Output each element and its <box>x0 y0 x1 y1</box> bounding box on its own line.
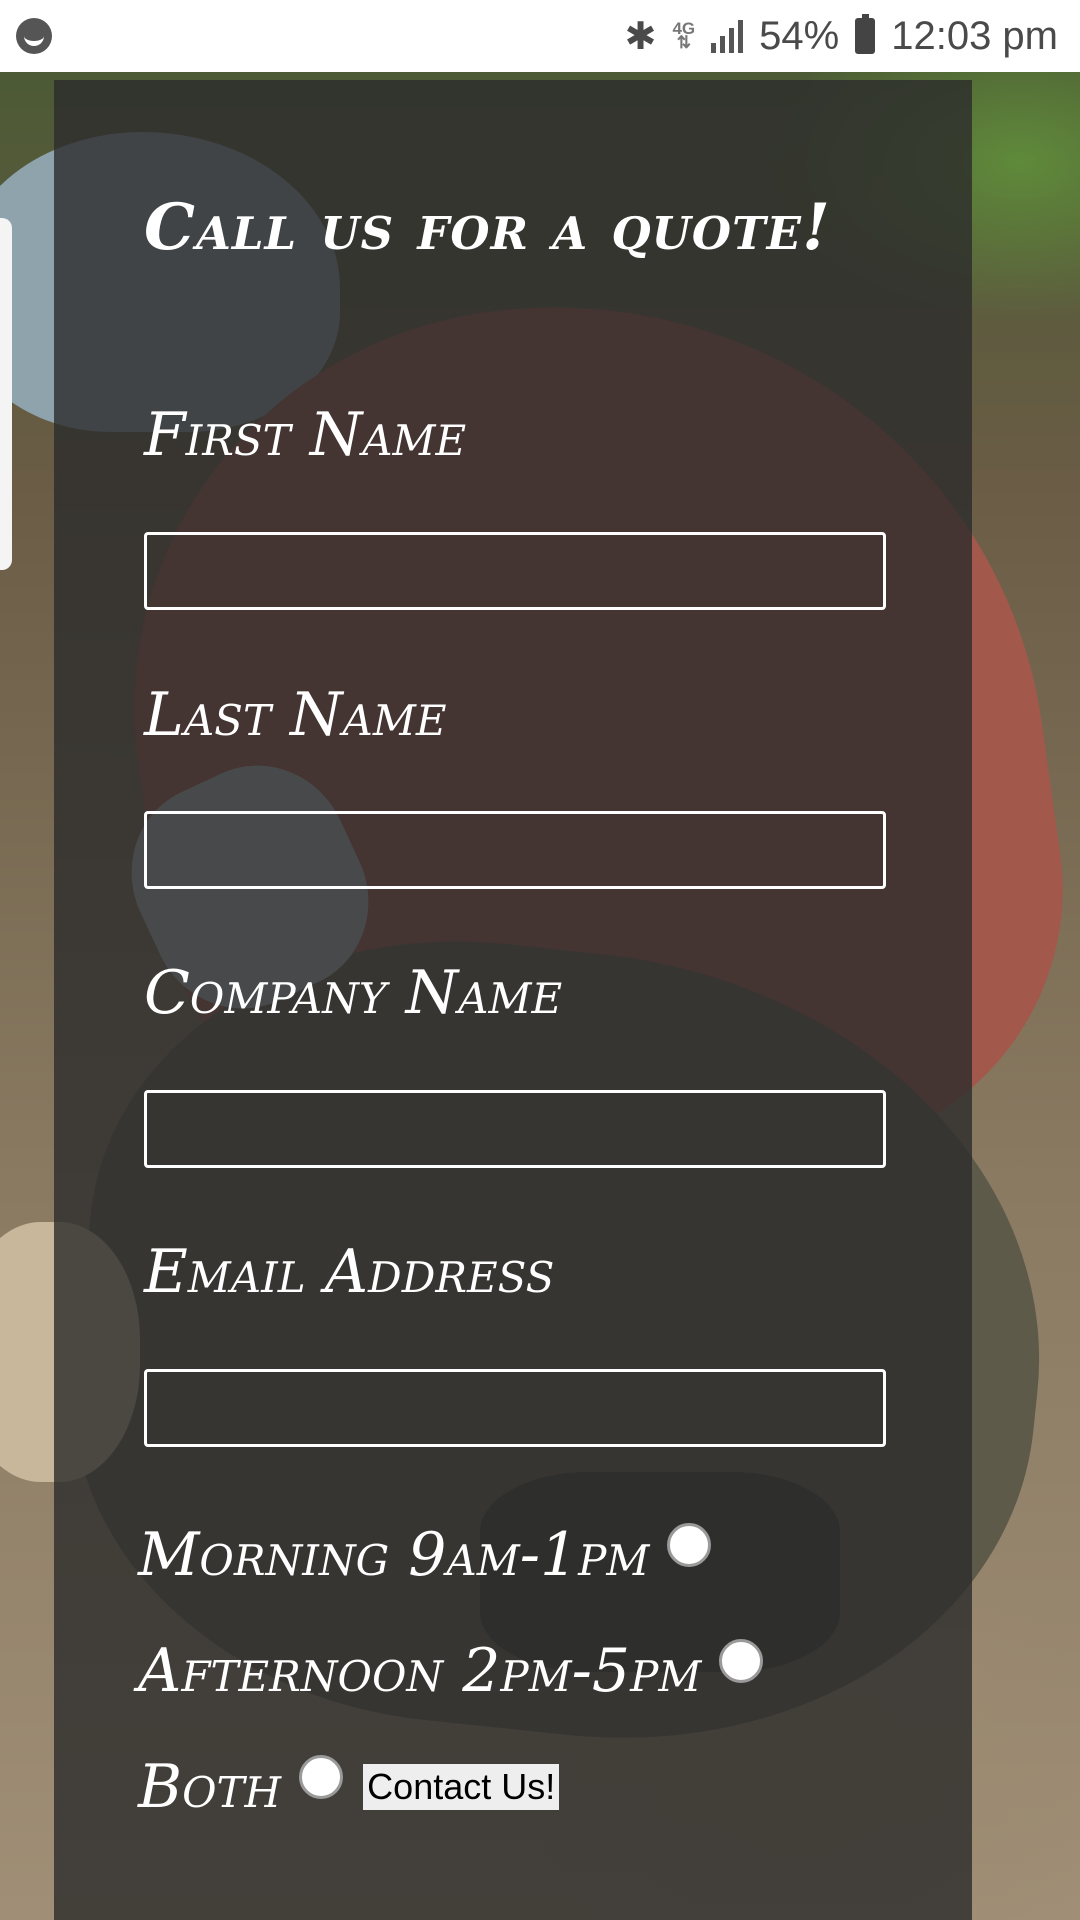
first-name-input[interactable] <box>144 532 886 610</box>
email-address-label: Email Address <box>144 1237 555 1307</box>
status-icons: ✱ 4G ⇅ 54% 12:03 pm <box>625 10 1058 62</box>
clock: 12:03 pm <box>891 13 1058 58</box>
status-bar: ✱ 4G ⇅ 54% 12:03 pm <box>0 0 1080 72</box>
afternoon-radio-button[interactable] <box>719 1639 764 1683</box>
morning-radio-button[interactable] <box>667 1523 712 1567</box>
both-radio-button[interactable] <box>299 1755 344 1799</box>
form-title: Call us for a quote! <box>144 190 831 265</box>
both-option-label: Both <box>138 1752 282 1822</box>
network-type-indicator: 4G ⇅ <box>672 19 696 52</box>
battery-percent: 54% <box>759 13 840 58</box>
last-name-input[interactable] <box>144 811 886 889</box>
battery-charging-icon <box>855 14 876 54</box>
radio-option-afternoon[interactable]: Afternoon 2pm-5pm <box>138 1636 764 1706</box>
company-name-input[interactable] <box>144 1090 886 1168</box>
bluetooth-icon: ✱ <box>624 15 657 58</box>
contact-us-button[interactable]: Contact Us! <box>363 1764 560 1810</box>
quote-form-panel: Call us for a quote! First Name Last Nam… <box>54 80 972 1920</box>
last-name-label: Last Name <box>144 680 447 750</box>
morning-option-label: Morning 9am-1pm <box>138 1520 650 1590</box>
radio-option-morning[interactable]: Morning 9am-1pm <box>138 1520 712 1590</box>
edge-panel-handle[interactable] <box>0 218 12 570</box>
app-notification-icon <box>16 18 52 54</box>
radio-option-both[interactable]: Both Contact Us! <box>138 1752 560 1822</box>
company-name-label: Company Name <box>144 958 563 1028</box>
signal-bars-icon <box>711 19 744 53</box>
first-name-label: First Name <box>144 400 467 470</box>
email-address-input[interactable] <box>144 1369 886 1447</box>
afternoon-option-label: Afternoon 2pm-5pm <box>138 1636 702 1706</box>
